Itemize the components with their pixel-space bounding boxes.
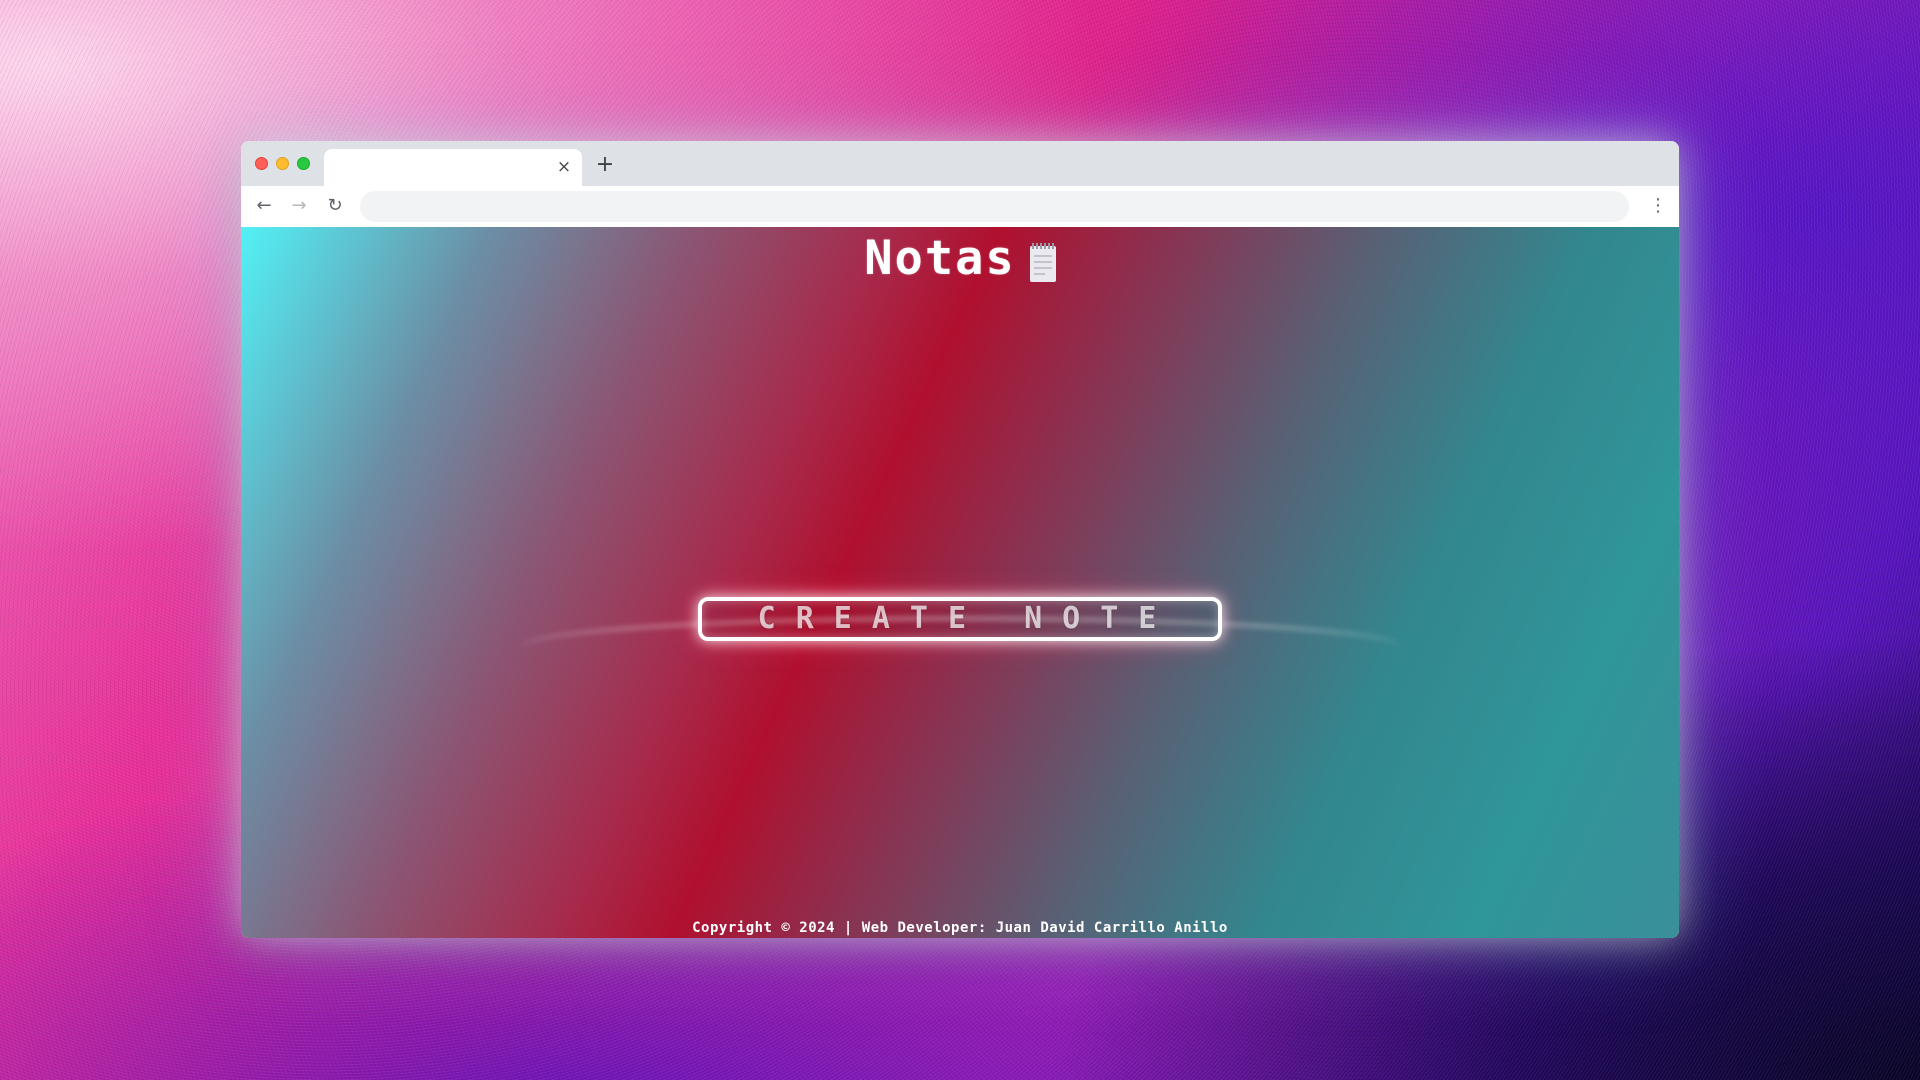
page-header: Notas [241,227,1679,286]
create-note-container: CREATE NOTE [241,597,1679,641]
forward-arrow-icon[interactable]: → [288,195,310,217]
tab-close-icon[interactable]: × [554,157,574,177]
browser-toolbar: ← → ↻ ⋮ [241,186,1679,227]
back-arrow-icon[interactable]: ← [253,195,275,217]
page-viewport: Notas CREATE NOTE Copyright © 2024 | Web… [241,227,1679,938]
close-window-button[interactable] [255,157,268,170]
notepad-icon [1029,243,1056,282]
minimize-window-button[interactable] [276,157,289,170]
reload-icon[interactable]: ↻ [324,195,346,217]
new-tab-icon[interactable]: + [592,152,618,178]
kebab-menu-icon[interactable]: ⋮ [1649,195,1667,217]
browser-window: × + ← → ↻ ⋮ Notas CREATE NOTE Copyright … [241,141,1679,938]
create-note-button[interactable]: CREATE NOTE [698,597,1222,641]
page-title: Notas [864,231,1016,286]
address-bar[interactable] [360,191,1629,222]
maximize-window-button[interactable] [297,157,310,170]
footer-copyright: Copyright © 2024 | Web Developer: Juan D… [692,920,1228,936]
browser-titlebar: × + [241,141,1679,186]
browser-tab[interactable]: × [324,149,582,186]
